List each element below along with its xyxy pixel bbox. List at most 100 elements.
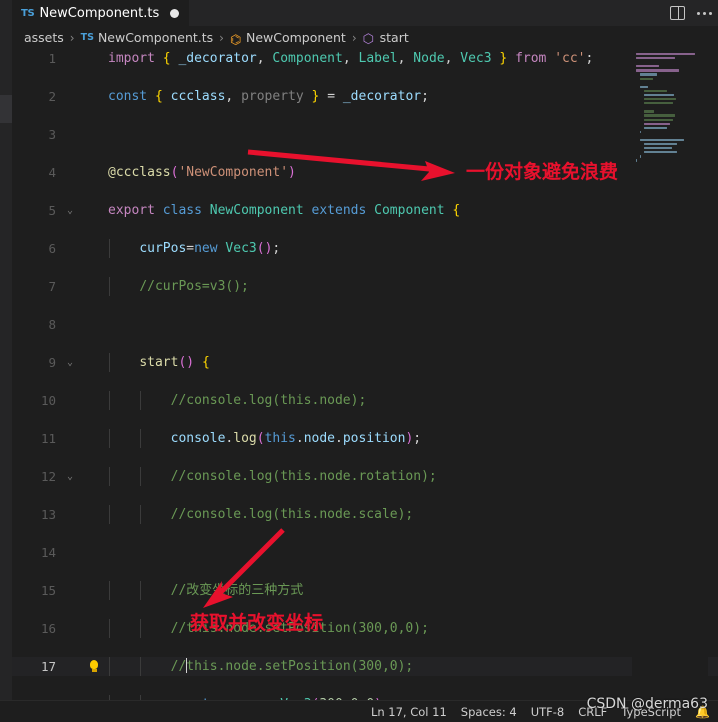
minimap-line: [636, 57, 704, 60]
line-number-6: 6: [48, 241, 56, 256]
line-number-9: 9: [48, 355, 56, 370]
code-line-8[interactable]: 8: [12, 315, 718, 334]
code-text-12: //console.log(this.node.rotation);: [170, 469, 437, 484]
code-editor[interactable]: 1 import { _decorator, Component, Label, …: [12, 49, 718, 700]
minimap-line: [636, 159, 704, 162]
breadcrumb-item-assets[interactable]: assets: [24, 30, 64, 45]
status-indentation[interactable]: Spaces: 4: [461, 705, 517, 719]
breadcrumb-label-class: NewComponent: [245, 30, 346, 45]
line-number-10: 10: [40, 393, 56, 408]
minimap-line: [636, 73, 704, 76]
annotation-label-1: 一份对象避免浪费: [466, 161, 619, 183]
activity-bar-strip[interactable]: [0, 0, 12, 700]
code-text-13: //console.log(this.node.scale);: [170, 507, 414, 522]
editor-tab-bar: TS NewComponent.ts: [12, 0, 718, 26]
breadcrumb-label-method: start: [379, 30, 409, 45]
breadcrumb-separator: ›: [351, 30, 357, 45]
code-line-11[interactable]: 11 console.log(this.node.position);: [12, 429, 718, 448]
line-number-17: 17: [40, 659, 56, 674]
line-number-16: 16: [40, 621, 56, 636]
line-number-3: 3: [48, 127, 56, 142]
code-line-5[interactable]: 5 ⌄ export class NewComponent extends Comp…: [12, 201, 718, 220]
quick-fix-lightbulb-icon[interactable]: [88, 660, 100, 673]
unsaved-dot-icon[interactable]: [170, 9, 180, 18]
code-text-15: //改变坐标的三种方式: [170, 583, 304, 598]
line-number-7: 7: [48, 279, 56, 294]
status-encoding[interactable]: UTF-8: [531, 705, 565, 719]
editor-tab-label: NewComponent.ts: [39, 6, 160, 21]
code-line-3[interactable]: 3: [12, 125, 718, 144]
minimap-line: [636, 110, 704, 113]
line-number-14: 14: [40, 545, 56, 560]
class-icon: [230, 32, 242, 44]
breadcrumb-separator: ›: [69, 30, 75, 45]
code-text-4: @ccclass('NewComponent'): [108, 165, 296, 180]
line-number-13: 13: [40, 507, 56, 522]
minimap[interactable]: [632, 49, 708, 700]
method-icon: [363, 31, 376, 44]
minimap-line: [636, 172, 704, 175]
code-text-5: export class NewComponent extends Compon…: [108, 203, 461, 218]
minimap-line: [636, 65, 704, 68]
split-editor-icon[interactable]: [670, 6, 685, 20]
editor-vertical-scrollbar[interactable]: [708, 49, 718, 700]
breadcrumb-label-assets: assets: [24, 30, 64, 45]
editor-tab-actions: [670, 0, 712, 26]
minimap-line: [636, 147, 704, 150]
minimap-line: [636, 69, 704, 72]
line-number-4: 4: [48, 165, 56, 180]
code-line-9[interactable]: 9 ⌄ start() {: [12, 353, 718, 372]
code-text-6: curPos=new Vec3();: [139, 241, 281, 256]
minimap-line: [636, 89, 704, 93]
fold-chevron-down-icon[interactable]: ⌄: [64, 353, 76, 372]
status-cursor-position[interactable]: Ln 17, Col 11: [371, 705, 447, 719]
breadcrumb-item-file[interactable]: TS NewComponent.ts: [81, 30, 214, 45]
editor-tab-newcomponent[interactable]: TS NewComponent.ts: [12, 0, 190, 26]
minimap-line: [636, 126, 704, 130]
minimap-line: [636, 130, 704, 134]
code-line-15[interactable]: 15 //改变坐标的三种方式: [12, 581, 718, 600]
code-line-7[interactable]: 7 //curPos=v3();: [12, 277, 718, 296]
ts-file-icon: TS: [80, 32, 94, 43]
fold-chevron-down-icon[interactable]: ⌄: [64, 201, 76, 220]
code-lines-container[interactable]: 1 import { _decorator, Component, Label, …: [12, 49, 718, 700]
code-line-10[interactable]: 10 //console.log(this.node);: [12, 391, 718, 410]
code-text-9: start() {: [139, 355, 210, 370]
code-line-14[interactable]: 14: [12, 543, 718, 562]
line-number-1: 1: [48, 51, 56, 66]
minimap-line: [636, 114, 704, 117]
minimap-line: [636, 155, 704, 158]
minimap-line: [636, 122, 704, 126]
minimap-line: [636, 98, 704, 101]
annotation-label-2: 获取并改变坐标: [190, 612, 324, 634]
watermark: CSDN @derma63: [586, 696, 708, 712]
line-number-12: 12: [40, 469, 56, 484]
code-text-11: console.log(this.node.position);: [170, 431, 422, 446]
more-actions-icon[interactable]: [697, 11, 712, 15]
code-line-1[interactable]: 1 import { _decorator, Component, Label, …: [12, 49, 718, 68]
minimap-line: [636, 151, 704, 154]
code-line-2[interactable]: 2 const { ccclass, property } = _decorato…: [12, 87, 718, 106]
minimap-line: [636, 93, 704, 97]
code-text-1: import { _decorator, Component, Label, N…: [108, 51, 594, 66]
breadcrumb: assets › TS NewComponent.ts › NewCompone…: [12, 26, 718, 49]
breadcrumb-label-file: NewComponent.ts: [97, 30, 214, 45]
code-text-10: //console.log(this.node);: [170, 393, 367, 408]
breadcrumb-item-class[interactable]: NewComponent: [230, 30, 346, 45]
ts-file-icon: TS: [21, 8, 35, 19]
code-line-16[interactable]: 16 //this.node.setPosition(300,0,0);: [12, 619, 718, 638]
minimap-line: [636, 118, 704, 122]
code-text-7: //curPos=v3();: [139, 279, 249, 294]
code-line-17[interactable]: 17 //this.node.setPosition(300,0);: [12, 657, 718, 676]
line-number-11: 11: [40, 431, 56, 446]
fold-chevron-down-icon[interactable]: ⌄: [64, 467, 76, 486]
minimap-line: [636, 82, 704, 85]
minimap-line: [636, 135, 704, 138]
code-line-6[interactable]: 6 curPos=new Vec3();: [12, 239, 718, 258]
minimap-line: [636, 168, 704, 171]
code-line-12[interactable]: 12 ⌄ //console.log(this.node.rotation);: [12, 467, 718, 486]
code-line-13[interactable]: 13 //console.log(this.node.scale);: [12, 505, 718, 524]
minimap-line: [636, 102, 704, 105]
breadcrumb-item-method[interactable]: start: [363, 30, 409, 45]
minimap-line: [636, 85, 704, 89]
